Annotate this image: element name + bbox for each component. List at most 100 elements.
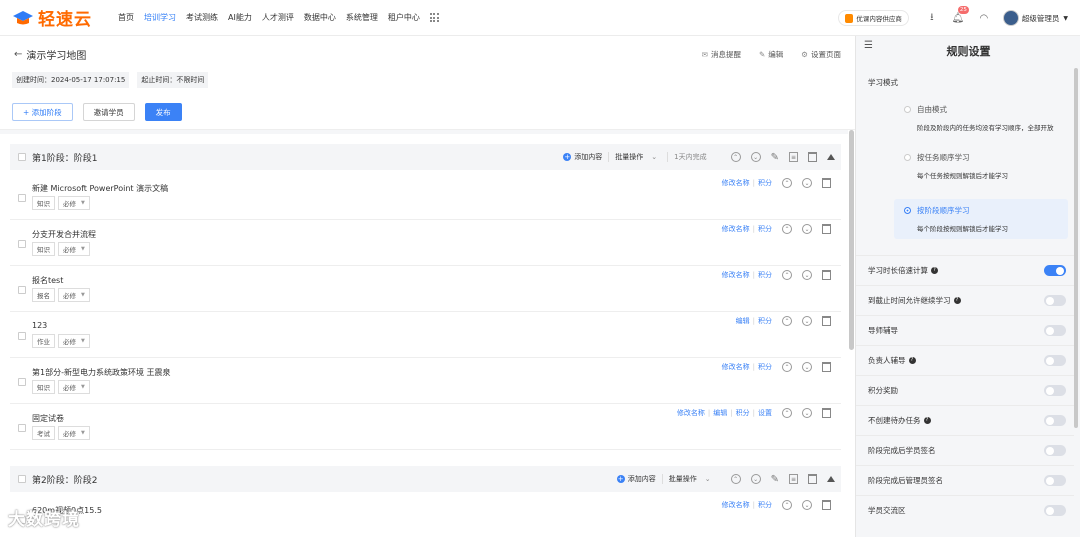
item-action-link[interactable]: 编辑 bbox=[713, 408, 727, 418]
move-up-icon[interactable]: ⌃ bbox=[782, 316, 792, 326]
mode-option[interactable]: 按阶段顺序学习 每个阶段按规则解锁后才能学习 bbox=[894, 199, 1068, 239]
item-action-link[interactable]: 设置 bbox=[758, 408, 772, 418]
item-action-link[interactable]: 编辑 bbox=[736, 316, 750, 326]
stage-checkbox[interactable] bbox=[18, 475, 26, 483]
item-checkbox[interactable] bbox=[18, 378, 26, 386]
toggle-switch[interactable] bbox=[1044, 445, 1066, 456]
toggle-switch[interactable] bbox=[1044, 505, 1066, 516]
required-select[interactable]: 必修 ▼ bbox=[58, 288, 90, 302]
trash-icon[interactable] bbox=[808, 474, 817, 484]
required-select[interactable]: 必修 ▼ bbox=[58, 426, 90, 440]
settings-button[interactable]: ⚙ 设置页面 bbox=[801, 49, 841, 60]
nav-item[interactable]: 租户中心 bbox=[388, 12, 420, 23]
move-down-icon[interactable]: ⌄ bbox=[802, 224, 812, 234]
item-checkbox[interactable] bbox=[18, 332, 26, 340]
nav-item[interactable]: 系统管理 bbox=[346, 12, 378, 23]
nav-item[interactable]: 培训学习 bbox=[144, 12, 176, 23]
move-up-icon[interactable]: ⌃ bbox=[730, 474, 741, 484]
move-down-icon[interactable]: ⌄ bbox=[802, 178, 812, 188]
stage-checkbox[interactable] bbox=[18, 153, 26, 161]
mode-option[interactable]: 自由模式 阶段及阶段内的任务均没有学习顺序，全部开放 bbox=[894, 98, 1068, 138]
nav-item[interactable]: 人才测评 bbox=[262, 12, 294, 23]
trash-icon[interactable] bbox=[822, 270, 831, 280]
item-action-link[interactable]: 积分 bbox=[758, 270, 772, 280]
item-action-link[interactable]: 修改名称 bbox=[722, 362, 750, 372]
trash-icon[interactable] bbox=[822, 224, 831, 234]
item-action-link[interactable]: 积分 bbox=[758, 362, 772, 372]
notify-button[interactable]: ✉ 消息提醒 bbox=[702, 49, 741, 60]
pencil-icon[interactable]: ✎ bbox=[771, 474, 779, 485]
bell-icon[interactable]: 🔔︎ 25 bbox=[951, 6, 969, 25]
toggle-switch[interactable] bbox=[1044, 415, 1066, 426]
trash-icon[interactable] bbox=[822, 500, 831, 510]
item-action-link[interactable]: 积分 bbox=[736, 408, 750, 418]
move-up-icon[interactable]: ⌃ bbox=[782, 270, 792, 280]
back-button[interactable]: ← 演示学习地图 bbox=[14, 47, 86, 62]
move-down-icon[interactable]: ⌄ bbox=[750, 474, 761, 484]
move-up-icon[interactable]: ⌃ bbox=[782, 500, 792, 510]
batch-dropdown[interactable]: 批量操作 bbox=[661, 474, 697, 484]
publish-button[interactable]: 发布 bbox=[144, 103, 182, 121]
nav-item[interactable]: 考试测练 bbox=[186, 12, 218, 23]
promo-link[interactable]: 优课内容供应商 bbox=[838, 10, 909, 26]
item-action-link[interactable]: 修改名称 bbox=[722, 224, 750, 234]
invite-button[interactable]: 邀请学员 bbox=[82, 103, 135, 121]
add-content-button[interactable]: + 添加内容 bbox=[616, 474, 656, 484]
toggle-switch[interactable] bbox=[1044, 355, 1066, 366]
item-action-link[interactable]: 积分 bbox=[758, 316, 772, 326]
required-select[interactable]: 必修 ▼ bbox=[58, 242, 90, 256]
item-action-link[interactable]: 修改名称 bbox=[722, 500, 750, 510]
move-up-icon[interactable]: ⌃ bbox=[782, 178, 792, 188]
logo[interactable]: 轻速云 bbox=[12, 5, 112, 30]
radio-button[interactable] bbox=[904, 106, 911, 113]
move-down-icon[interactable]: ⌄ bbox=[802, 500, 812, 510]
item-checkbox[interactable] bbox=[18, 194, 26, 202]
required-select[interactable]: 必修 ▼ bbox=[58, 334, 90, 348]
move-up-icon[interactable]: ⌃ bbox=[782, 224, 792, 234]
move-down-icon[interactable]: ⌄ bbox=[802, 316, 812, 326]
nav-item[interactable]: 数据中心 bbox=[304, 12, 336, 23]
item-checkbox[interactable] bbox=[18, 240, 26, 248]
move-up-icon[interactable]: ⌃ bbox=[782, 408, 792, 418]
move-up-icon[interactable]: ⌃ bbox=[730, 152, 741, 162]
trash-icon[interactable] bbox=[822, 316, 831, 326]
item-action-link[interactable]: 修改名称 bbox=[677, 408, 705, 418]
add-content-button[interactable]: + 添加内容 bbox=[563, 152, 602, 162]
nav-item[interactable]: AI能力 bbox=[228, 12, 252, 23]
pencil-icon[interactable]: ✎ bbox=[771, 152, 779, 163]
collapse-icon[interactable] bbox=[827, 154, 835, 160]
headset-icon[interactable]: ◠ bbox=[977, 11, 991, 25]
move-down-icon[interactable]: ⌄ bbox=[750, 152, 761, 162]
item-checkbox[interactable] bbox=[18, 286, 26, 294]
move-down-icon[interactable]: ⌄ bbox=[802, 408, 812, 418]
toggle-switch[interactable] bbox=[1044, 475, 1066, 486]
move-down-icon[interactable]: ⌄ bbox=[802, 270, 812, 280]
copy-icon[interactable]: ≡ bbox=[789, 152, 798, 162]
trash-icon[interactable] bbox=[808, 152, 817, 162]
scrollbar[interactable] bbox=[849, 130, 854, 350]
nav-item[interactable]: 首页 bbox=[118, 12, 134, 23]
required-select[interactable]: 必修 ▼ bbox=[58, 196, 90, 210]
move-up-icon[interactable]: ⌃ bbox=[782, 362, 792, 372]
item-action-link[interactable]: 积分 bbox=[758, 224, 772, 234]
toggle-switch[interactable] bbox=[1044, 385, 1066, 396]
item-action-link[interactable]: 积分 bbox=[758, 500, 772, 510]
radio-button[interactable] bbox=[904, 207, 911, 214]
copy-icon[interactable]: ≡ bbox=[789, 474, 798, 484]
trash-icon[interactable] bbox=[822, 362, 831, 372]
collapse-icon[interactable] bbox=[827, 476, 835, 482]
download-icon[interactable]: ⭳ bbox=[925, 11, 939, 25]
toggle-switch[interactable] bbox=[1044, 265, 1066, 276]
apps-grid-icon[interactable] bbox=[429, 13, 439, 22]
user-menu[interactable]: 超级管理员 ▼ bbox=[1002, 10, 1068, 26]
item-checkbox[interactable] bbox=[18, 424, 26, 432]
move-down-icon[interactable]: ⌄ bbox=[802, 362, 812, 372]
trash-icon[interactable] bbox=[822, 178, 831, 188]
panel-scrollbar[interactable] bbox=[1074, 68, 1078, 428]
item-action-link[interactable]: 积分 bbox=[758, 178, 772, 188]
required-select[interactable]: 必修 ▼ bbox=[58, 380, 90, 394]
mode-option[interactable]: 按任务顺序学习 每个任务按规则解锁后才能学习 bbox=[894, 146, 1068, 186]
item-action-link[interactable]: 修改名称 bbox=[722, 270, 750, 280]
batch-dropdown[interactable]: 批量操作 bbox=[608, 152, 643, 162]
radio-button[interactable] bbox=[904, 154, 911, 161]
